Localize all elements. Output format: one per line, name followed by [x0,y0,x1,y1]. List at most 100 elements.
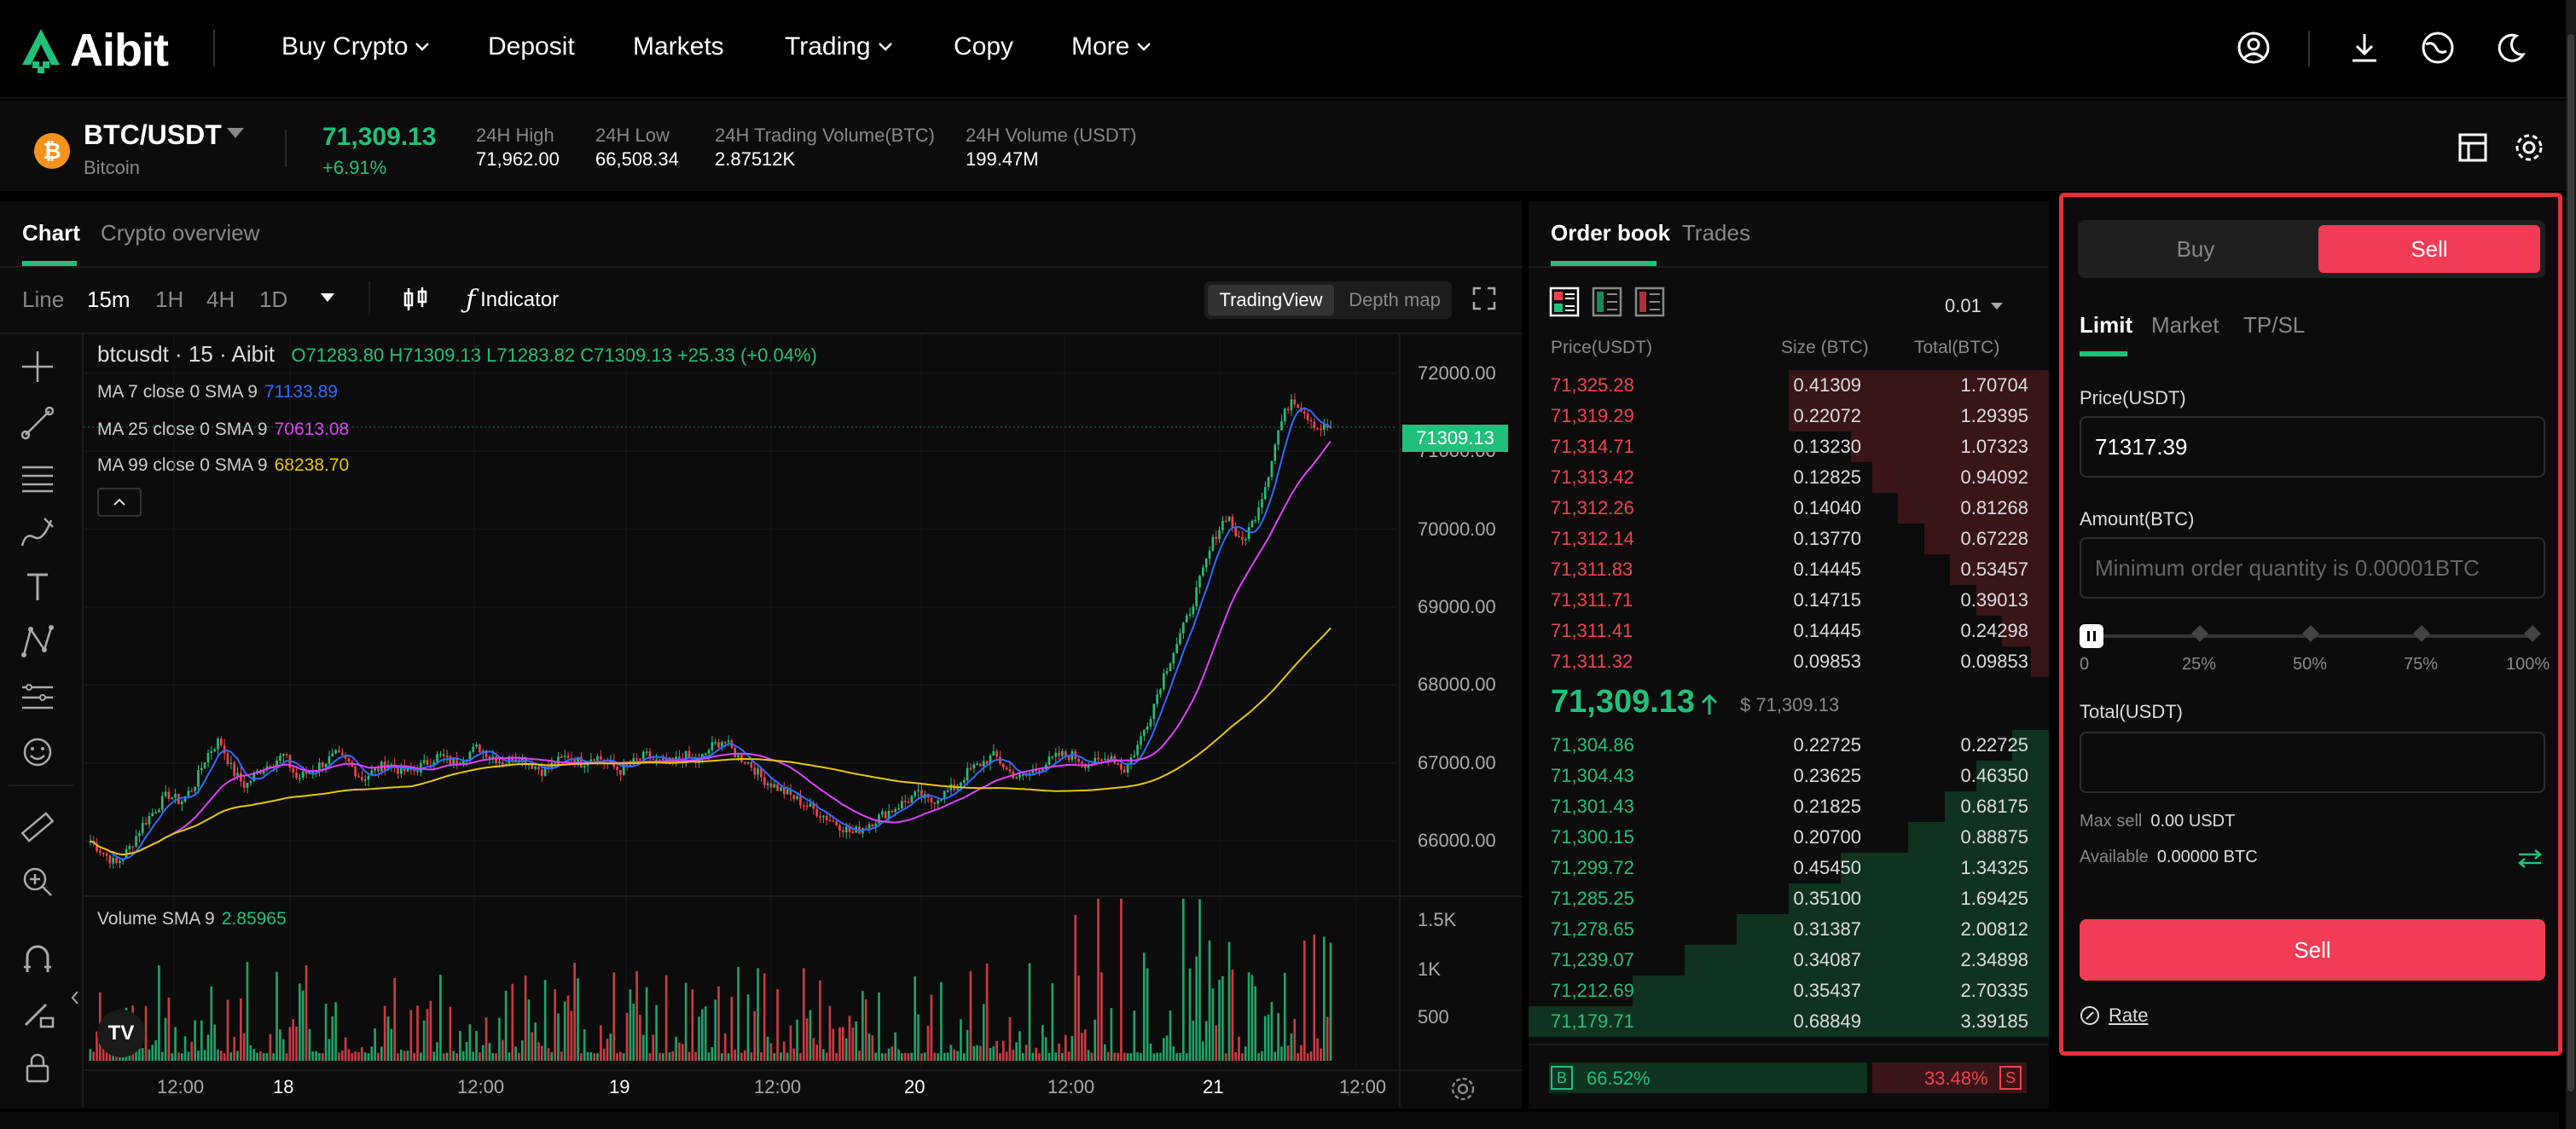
sell-submit-button[interactable]: Sell [2080,919,2545,981]
price-chart[interactable] [84,334,1397,1068]
bid-row[interactable]: 71,304.43 0.23625 0.46350 [1529,761,2049,791]
ask-row[interactable]: 71,311.71 0.14715 0.39013 [1529,585,2049,616]
zoom-in-icon[interactable] [17,861,58,902]
row-size: 0.23625 [1793,765,1861,786]
row-size: 0.22725 [1793,734,1861,756]
brush-icon[interactable] [17,512,58,553]
timeframe-1h[interactable]: 1H [155,287,183,313]
crosshair-icon[interactable] [17,346,58,387]
ask-row[interactable]: 71,319.29 0.22072 1.29395 [1529,401,2049,431]
indicator-button[interactable]: ƒ Indicator [466,285,559,315]
text-icon[interactable] [17,566,58,607]
pencil-lock-icon[interactable] [17,993,58,1033]
timeframe-15m[interactable]: 15m [87,287,131,313]
rate-link[interactable]: Rate [2080,1005,2148,1027]
caret-down-icon[interactable] [319,292,336,304]
aibit-logo[interactable]: Aibit [20,24,169,77]
candle-body [1169,663,1172,672]
scrollbar-thumb[interactable] [2567,34,2574,1091]
bid-row[interactable]: 71,304.86 0.22725 0.22725 [1529,730,2049,761]
ask-row[interactable]: 71,314.71 0.13230 1.07323 [1529,431,2049,462]
price-input[interactable] [2080,416,2545,478]
fib-icon[interactable] [17,677,58,718]
orderbook-bids-icon[interactable] [1592,287,1622,317]
slider-handle[interactable] [2080,624,2103,648]
caret-down-icon[interactable] [227,128,244,138]
lock-icon[interactable] [17,1047,58,1088]
orderbook-asks-icon[interactable] [1634,287,1665,317]
transfer-icon[interactable] [2516,848,2544,870]
view-tradingview[interactable]: TradingView [1208,285,1334,316]
candle-body [285,754,288,756]
volume-bar [583,1029,586,1061]
bid-row[interactable]: 71,179.71 0.68849 3.39185 [1529,1006,2049,1037]
ask-row[interactable]: 71,311.32 0.09853 0.09853 [1529,646,2049,677]
timeframe-1d[interactable]: 1D [259,287,287,313]
pattern-icon[interactable] [17,621,58,662]
horizontal-scrollbar[interactable] [0,1112,2559,1129]
emoji-icon[interactable] [17,732,58,773]
nav-trading[interactable]: Trading [785,32,893,61]
ask-row[interactable]: 71,312.26 0.14040 0.81268 [1529,493,2049,524]
trend-line-icon[interactable] [17,402,58,443]
bid-row[interactable]: 71,300.15 0.20700 0.88875 [1529,822,2049,853]
bid-row[interactable]: 71,299.72 0.45450 1.34325 [1529,853,2049,883]
stat-label: 24H Volume (USDT) [966,124,1137,146]
tab-trades[interactable]: Trades [1682,220,1750,246]
ask-row[interactable]: 71,312.14 0.13770 0.67228 [1529,524,2049,554]
candle-body [479,744,481,753]
ruler-icon[interactable] [17,807,58,848]
candle-body [1250,520,1254,528]
volume-bar [721,1053,723,1061]
ask-row[interactable]: 71,311.41 0.14445 0.24298 [1529,616,2049,646]
bid-row[interactable]: 71,278.65 0.31387 2.00812 [1529,914,2049,945]
nav-deposit[interactable]: Deposit [488,32,575,61]
nav-buy-crypto[interactable]: Buy Crypto [281,32,430,61]
bid-row[interactable]: 71,301.43 0.21825 0.68175 [1529,791,2049,822]
gear-icon[interactable] [2513,131,2545,164]
sell-tab[interactable]: Sell [2318,225,2540,273]
bid-row[interactable]: 71,239.07 0.34087 2.34898 [1529,945,2049,976]
moon-icon[interactable] [2492,29,2530,67]
fullscreen-icon[interactable] [1471,285,1498,312]
tradingview-logo[interactable]: TV [97,1010,145,1057]
download-icon[interactable] [2346,29,2383,67]
order-type-tpsl[interactable]: TP/SL [2243,312,2305,339]
bid-row[interactable]: 71,212.69 0.35437 2.70335 [1529,976,2049,1006]
view-depth-map[interactable]: Depth map [1339,285,1450,316]
user-icon[interactable] [2235,29,2272,67]
ask-row[interactable]: 71,313.42 0.12825 0.94092 [1529,462,2049,493]
row-size: 0.14445 [1793,559,1861,580]
nav-markets[interactable]: Markets [633,32,724,61]
globe-icon[interactable] [2419,29,2457,67]
order-type-limit[interactable]: Limit [2080,312,2132,339]
layout-icon[interactable] [2457,131,2489,164]
ask-row[interactable]: 71,311.83 0.14445 0.53457 [1529,554,2049,585]
mid-price: 71,309.13 [1551,684,1696,720]
candle-type-icon[interactable] [401,285,430,314]
bid-row[interactable]: 71,285.25 0.35100 1.69425 [1529,883,2049,914]
total-input[interactable] [2080,732,2545,793]
amount-input[interactable] [2080,537,2545,599]
timeframe-line[interactable]: Line [22,287,64,313]
row-size: 0.14715 [1793,589,1861,611]
tab-chart[interactable]: Chart [22,220,80,246]
timeframe-4h[interactable]: 4H [206,287,235,313]
orderbook-both-icon[interactable] [1549,287,1580,317]
horizontal-lines-icon[interactable] [17,457,58,498]
buy-tab[interactable]: Buy [2085,225,2306,273]
tab-order-book[interactable]: Order book [1551,220,1670,246]
collapse-toolbar-icon[interactable] [70,989,80,1006]
nav-copy[interactable]: Copy [954,32,1013,61]
gear-icon[interactable] [1448,1074,1477,1103]
tab-crypto-overview[interactable]: Crypto overview [101,220,259,246]
nav-more[interactable]: More [1071,32,1152,61]
precision-select[interactable]: 0.01 [1945,295,2004,317]
ask-row[interactable]: 71,325.28 0.41309 1.70704 [1529,370,2049,401]
pair-selector[interactable]: BTC/USDT [84,119,222,151]
magnet-icon[interactable] [17,938,58,979]
candle-body [1227,517,1231,521]
volume-bar [281,1039,285,1061]
order-type-market[interactable]: Market [2151,312,2219,339]
row-total: 0.88875 [1960,826,2028,848]
